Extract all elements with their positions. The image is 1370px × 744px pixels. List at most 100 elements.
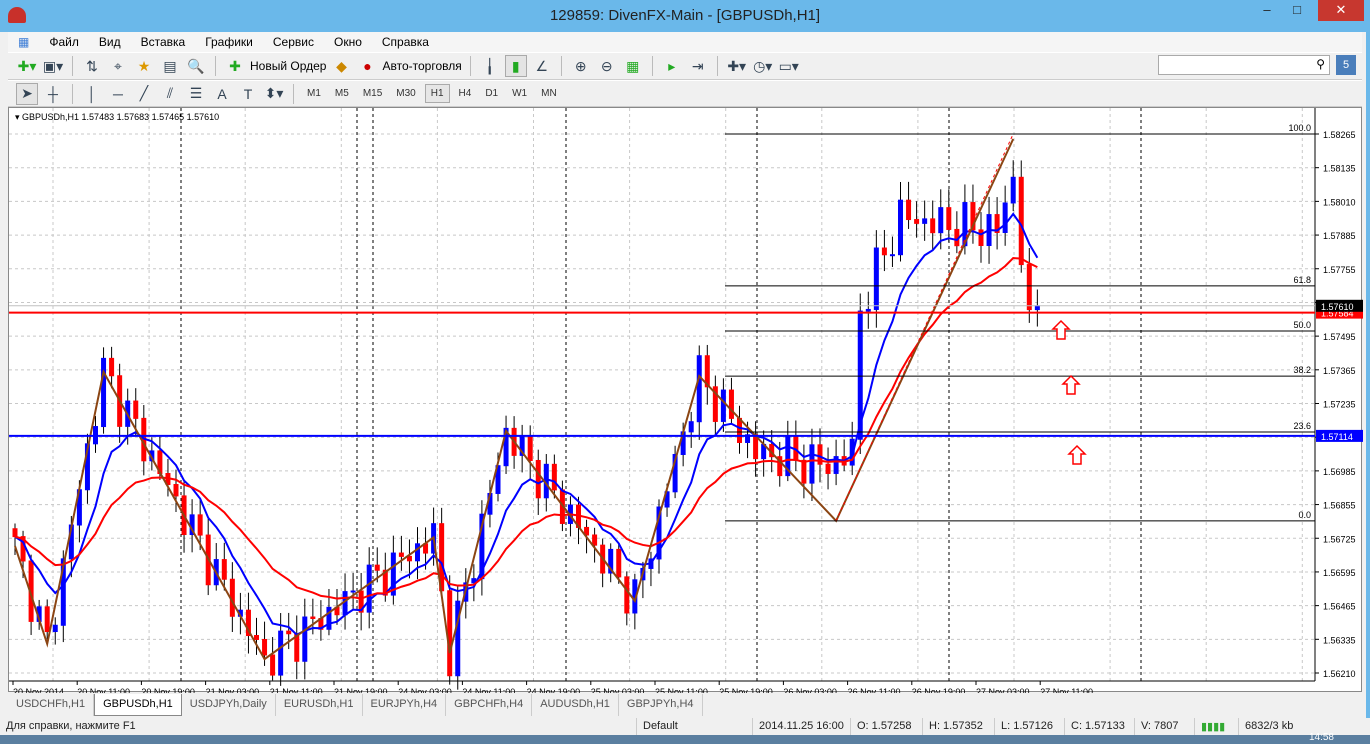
menu-tools[interactable]: Сервис: [263, 35, 324, 49]
tf-m5[interactable]: M5: [330, 85, 354, 102]
menu-view[interactable]: Вид: [89, 35, 131, 49]
price-tick-label: 1.57885: [1323, 231, 1356, 241]
navigator-icon[interactable]: ★: [133, 55, 155, 77]
text-icon[interactable]: A: [211, 83, 233, 105]
cursor-icon[interactable]: ➤: [16, 82, 38, 105]
price-chart[interactable]: 1.58265 1.58135 1.58010 1.57885 1.57755 1.576…: [9, 108, 1364, 697]
time-tick-label: 25 Nov 03:00: [591, 687, 645, 693]
fibonacci-icon[interactable]: ☰: [185, 83, 207, 105]
price-label: 1.57114: [1321, 432, 1353, 442]
candle-body: [1010, 176, 1016, 204]
candle-body: [310, 616, 316, 620]
tab-usdjpy[interactable]: USDJPYh,Daily: [182, 694, 276, 716]
horizontal-line-icon[interactable]: ─: [107, 83, 129, 105]
line-studies-toolbar: ➤ ┼ │ ─ ╱ ⫽ ☰ A T ⬍▾ M1 M5 M15 M30 H1 H4…: [8, 80, 1362, 107]
candle-body: [881, 247, 887, 256]
market-watch-icon[interactable]: ⇅: [81, 55, 103, 77]
candle-body: [109, 357, 115, 377]
tf-h4[interactable]: H4: [454, 85, 477, 102]
tf-w1[interactable]: W1: [507, 85, 532, 102]
menu-bar: ▦ Файл Вид Вставка Графики Сервис Окно С…: [8, 32, 1362, 52]
up-arrow-icon: [1067, 444, 1087, 465]
price-tick-label: 1.58265: [1323, 130, 1356, 140]
periods-icon[interactable]: ◷▾: [752, 55, 774, 77]
tab-gbpusd[interactable]: GBPUSDh,H1: [94, 694, 182, 716]
tf-m15[interactable]: M15: [358, 85, 387, 102]
equidistant-channel-icon[interactable]: ⫽: [159, 83, 181, 105]
tf-d1[interactable]: D1: [480, 85, 503, 102]
time-tick-label: 25 Nov 11:00: [655, 687, 708, 693]
autotrading-icon[interactable]: ●: [356, 55, 378, 77]
line-chart-icon[interactable]: ∠: [531, 55, 553, 77]
fibo-level-label: 0.0: [1298, 510, 1311, 520]
menu-help[interactable]: Справка: [372, 35, 439, 49]
tf-m1[interactable]: M1: [302, 85, 326, 102]
candle-body: [922, 218, 928, 224]
menu-charts[interactable]: Графики: [195, 35, 263, 49]
tab-gbpchf[interactable]: GBPCHFh,H4: [446, 694, 533, 716]
candle-body: [865, 308, 871, 312]
text-label-icon[interactable]: T: [237, 83, 259, 105]
status-profile: Default: [636, 718, 752, 736]
time-tick-label: 26 Nov 03:00: [783, 687, 837, 693]
tab-gbpjpy[interactable]: GBPJPYh,H4: [619, 694, 703, 716]
status-low: L: 1.57126: [994, 718, 1064, 736]
maximize-button[interactable]: □: [1282, 0, 1312, 21]
trendline-icon[interactable]: ╱: [133, 83, 155, 105]
tf-m30[interactable]: M30: [391, 85, 420, 102]
autoscroll-icon[interactable]: ▸: [661, 55, 683, 77]
chart-window[interactable]: 1.58265 1.58135 1.58010 1.57885 1.57755 1.576…: [8, 107, 1364, 697]
time-tick-label: 20 Nov 2014: [13, 687, 64, 693]
tf-mn[interactable]: MN: [536, 85, 562, 102]
time-tick-label: 21 Nov 19:00: [334, 687, 388, 693]
vertical-line-icon[interactable]: │: [81, 83, 103, 105]
minimize-button[interactable]: –: [1252, 0, 1282, 21]
tab-audusd[interactable]: AUDUSDh,H1: [532, 694, 619, 716]
menu-file[interactable]: Файл: [39, 35, 89, 49]
time-tick-label: 21 Nov 11:00: [270, 687, 323, 693]
close-button[interactable]: ✕: [1318, 0, 1364, 21]
candlestick-icon[interactable]: ▮: [504, 55, 527, 77]
fibo-level-label: 23.6: [1293, 421, 1311, 431]
zoom-out-icon[interactable]: ⊖: [596, 55, 618, 77]
time-tick-label: 21 Nov 03:00: [206, 687, 260, 693]
candle-body: [415, 543, 420, 562]
data-window-icon[interactable]: ⌖: [107, 55, 129, 77]
candle-body: [889, 254, 895, 257]
new-order-button[interactable]: Новый Ордер: [250, 59, 326, 73]
tf-h1[interactable]: H1: [424, 84, 450, 103]
candle-body: [270, 654, 276, 676]
time-tick-label: 24 Nov 19:00: [527, 687, 581, 693]
crosshair-icon[interactable]: ┼: [42, 83, 64, 105]
terminal-icon[interactable]: ▤: [159, 55, 181, 77]
candle-body: [173, 484, 179, 497]
metaeditor-icon[interactable]: ◆: [330, 55, 352, 77]
arrows-icon[interactable]: ⬍▾: [263, 83, 285, 105]
templates-icon[interactable]: ▭▾: [778, 55, 800, 77]
profiles-icon[interactable]: ▣▾: [42, 55, 64, 77]
indicators-icon[interactable]: ✚▾: [726, 55, 748, 77]
candle-body: [906, 199, 912, 221]
candle-body: [930, 218, 936, 234]
menu-insert[interactable]: Вставка: [131, 35, 196, 49]
price-tick-label: 1.57495: [1323, 332, 1356, 342]
tab-eurusd[interactable]: EURUSDh,H1: [276, 694, 363, 716]
autotrading-button[interactable]: Авто-торговля: [382, 59, 461, 73]
search-input[interactable]: ⚲: [1158, 55, 1330, 75]
tab-usdchf[interactable]: USDCHFh,H1: [8, 694, 95, 716]
tab-eurjpy[interactable]: EURJPYh,H4: [363, 694, 447, 716]
bar-chart-icon[interactable]: ╽: [479, 55, 501, 77]
chart-shift-icon[interactable]: ⇥: [687, 55, 709, 77]
notifications-icon[interactable]: 5: [1336, 55, 1356, 75]
new-chart-icon[interactable]: ✚▾: [16, 55, 38, 77]
search-icon[interactable]: ⚲: [1316, 57, 1325, 71]
new-order-icon[interactable]: ✚: [224, 55, 246, 77]
window-title: 129859: DivenFX-Main - [GBPUSDh,H1]: [549, 7, 821, 24]
strategy-tester-icon[interactable]: 🔍: [185, 55, 207, 77]
zoom-in-icon[interactable]: ⊕: [570, 55, 592, 77]
candle-body: [938, 207, 944, 234]
candle-body: [1034, 305, 1040, 311]
menu-window[interactable]: Окно: [324, 35, 372, 49]
candle-body: [898, 199, 903, 256]
tile-windows-icon[interactable]: ▦: [622, 55, 644, 77]
